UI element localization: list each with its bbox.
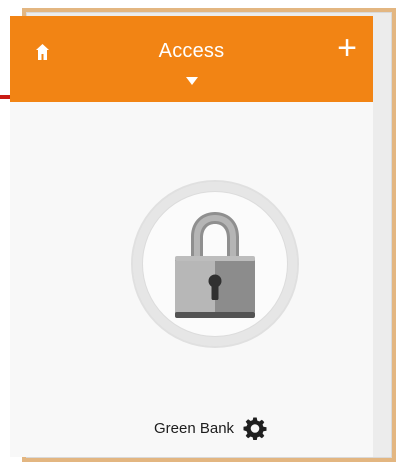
gear-icon bbox=[243, 416, 267, 440]
lock-toggle-button[interactable] bbox=[133, 182, 297, 346]
device-name: Green Bank bbox=[154, 419, 235, 437]
chevron-down-icon bbox=[185, 77, 198, 85]
device-label-row: Green Bank bbox=[154, 413, 268, 443]
add-button[interactable]: + bbox=[333, 31, 361, 65]
padlock-icon bbox=[167, 210, 263, 322]
page-title: Access bbox=[158, 40, 225, 62]
settings-button[interactable] bbox=[242, 415, 268, 441]
access-dropdown-button[interactable] bbox=[178, 72, 206, 90]
plus-icon: + bbox=[337, 29, 357, 67]
access-header: Access + bbox=[10, 16, 373, 102]
